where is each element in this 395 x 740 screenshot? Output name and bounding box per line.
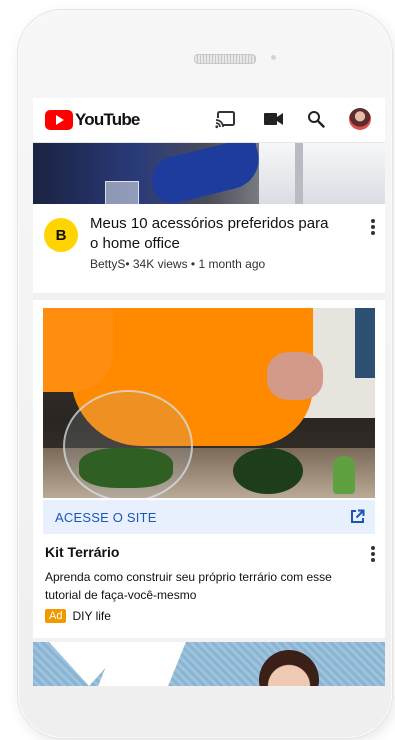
visit-site-button[interactable]: ACESSE O SITE <box>43 500 375 534</box>
cast-icon[interactable] <box>215 109 237 129</box>
ad-badge: Ad <box>45 609 67 623</box>
ad-title[interactable]: Kit Terrário <box>45 544 119 560</box>
external-link-icon <box>351 509 365 523</box>
youtube-play-icon <box>45 110 73 130</box>
ad-description: Aprenda como construir seu próprio terrá… <box>45 570 332 602</box>
ad-attribution: Ad DIY life <box>45 609 111 623</box>
channel-avatar[interactable]: B <box>44 218 78 252</box>
youtube-logo[interactable]: YouTube <box>45 110 140 130</box>
video-thumbnail[interactable] <box>33 143 385 204</box>
youtube-wordmark: YouTube <box>75 110 140 129</box>
video-card[interactable]: B Meus 10 acessórios preferidos para o h… <box>33 143 385 293</box>
account-avatar[interactable] <box>349 108 371 130</box>
advertiser-name: DIY life <box>72 609 111 623</box>
visit-site-label: ACESSE O SITE <box>55 510 157 525</box>
video-title[interactable]: Meus 10 acessórios preferidos para o hom… <box>90 214 330 254</box>
phone-speaker <box>194 54 256 64</box>
phone-camera <box>271 55 276 60</box>
ad-more-options-icon[interactable] <box>371 546 375 564</box>
video-camera-icon[interactable] <box>264 112 284 126</box>
youtube-screen: YouTube B Meus 10 acessórios preferidos … <box>33 98 385 686</box>
next-video-thumbnail[interactable] <box>33 642 385 686</box>
ad-card[interactable]: ACESSE O SITE Kit Terrário Aprenda como … <box>33 300 385 638</box>
ad-image[interactable] <box>43 308 375 498</box>
more-options-icon[interactable] <box>371 219 375 237</box>
search-icon[interactable] <box>307 110 325 128</box>
video-meta: BettyS• 34K views • 1 month ago <box>90 257 266 271</box>
top-app-bar: YouTube <box>33 98 385 143</box>
